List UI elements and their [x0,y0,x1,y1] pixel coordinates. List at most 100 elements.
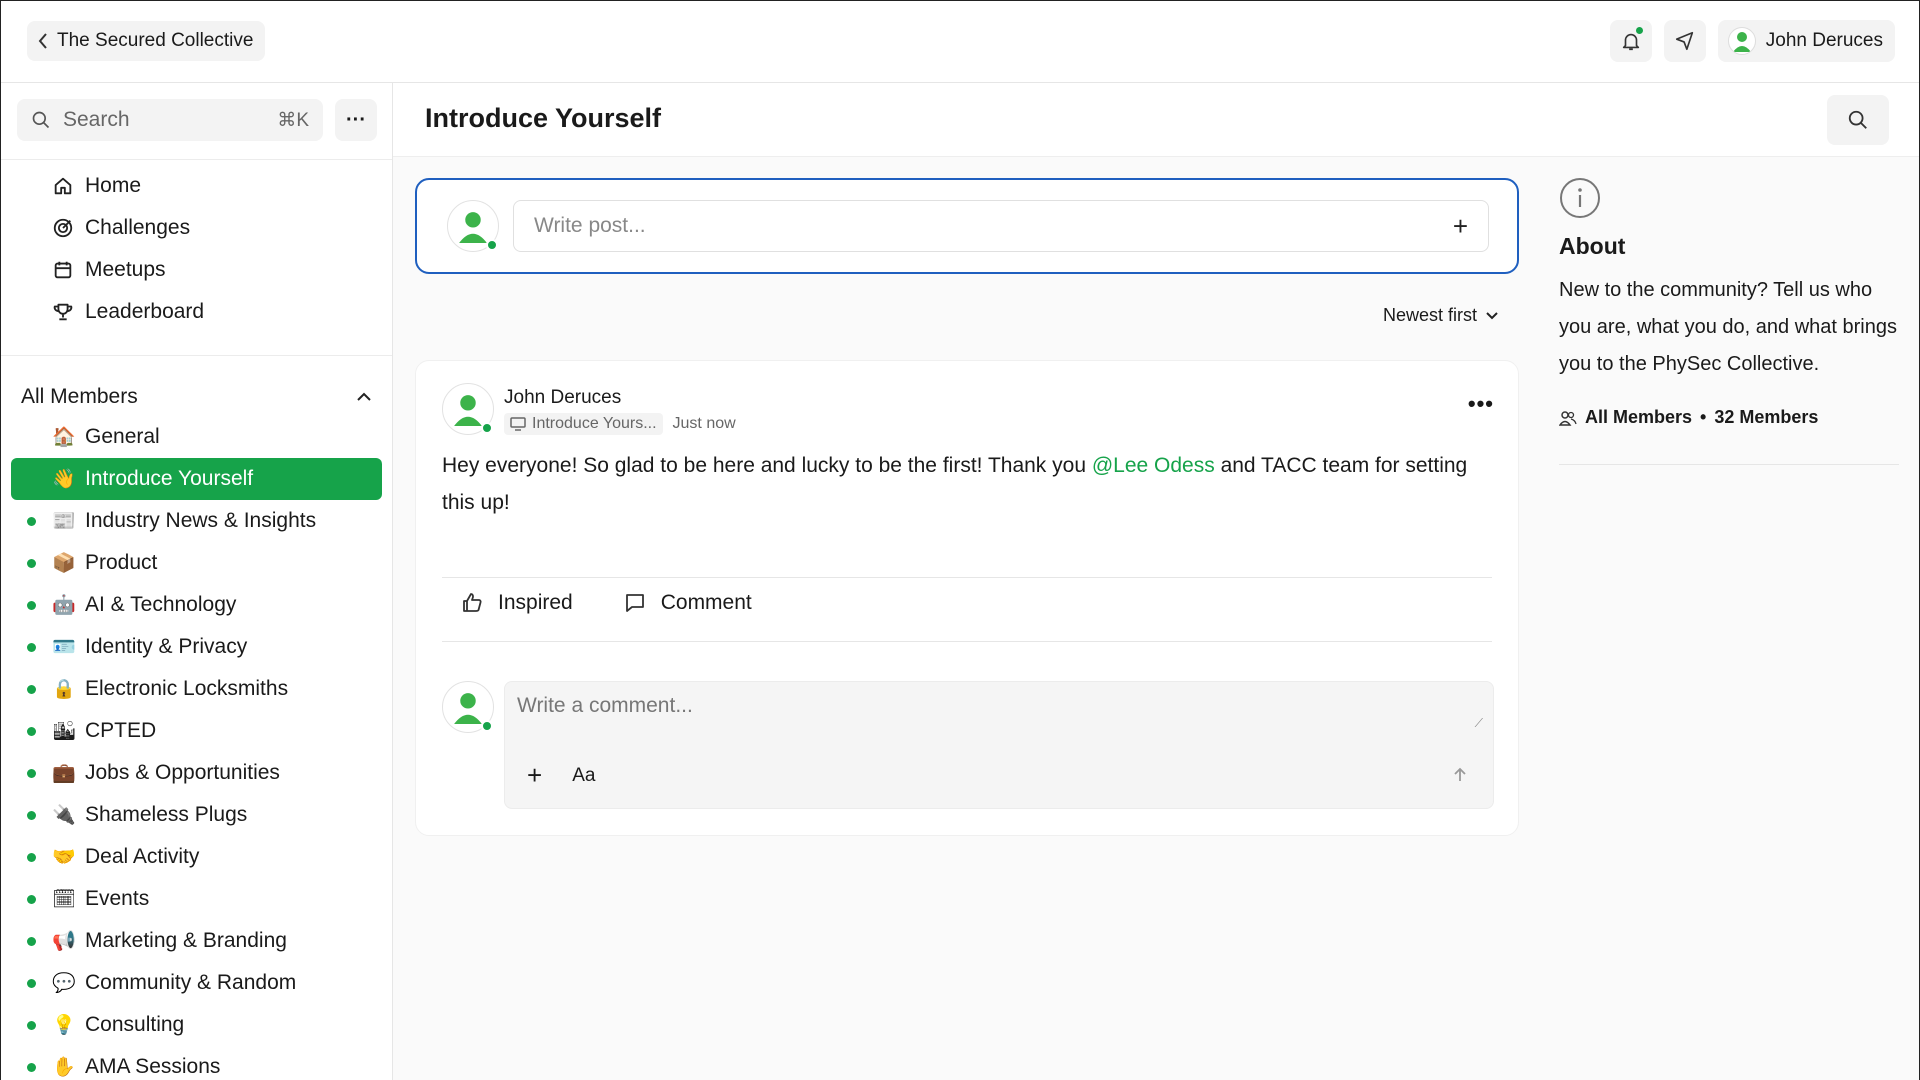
inspired-button[interactable]: Inspired [460,591,573,615]
divider [1559,464,1899,465]
back-button[interactable]: The Secured Collective [27,21,266,61]
unread-dot [27,811,36,820]
unread-dot [27,979,36,988]
channel-label: Industry News & Insights [85,509,317,532]
comment-input[interactable]: Write a comment... ⟋ + Aa [504,681,1494,809]
notifications-button[interactable] [1609,20,1652,62]
notification-dot [1633,25,1645,36]
channel-identity-privacy[interactable]: 🪪 Identity & Privacy [1,626,392,668]
compose-placeholder: Write post... [534,214,646,237]
plus-icon[interactable]: + [1453,211,1468,242]
avatar [447,200,499,252]
group-header-all-members[interactable]: All Members [21,377,372,417]
divider [442,641,1492,642]
channel-deal-activity[interactable]: 🤝 Deal Activity [1,836,392,878]
nav-leaderboard[interactable]: Leaderboard [1,291,392,333]
handshake-emoji-icon: 🤝 [52,847,76,868]
search-icon [1847,109,1869,131]
main-header: Introduce Yourself [393,83,1919,157]
sort-dropdown[interactable]: Newest first [1383,305,1499,326]
channel-label: Consulting [85,1013,185,1036]
write-post-input[interactable]: Write post... + [513,200,1489,252]
channel-label: CPTED [85,719,157,742]
channel-introduce-yourself[interactable]: 👋 Introduce Yourself [11,458,382,500]
send-icon [1674,30,1696,52]
channel-cpted[interactable]: 🏙 CPTED [1,710,392,752]
search-input[interactable]: Search ⌘K [17,99,323,141]
search-icon [31,110,51,130]
avatar [1727,27,1756,55]
lock-emoji-icon: 🔒 [52,679,76,700]
plug-emoji-icon: 🔌 [52,805,76,826]
comment-placeholder: Write a comment... [517,694,693,717]
main-content: Introduce Yourself Write post... + Newes… [393,83,1919,1080]
trophy-icon [51,301,75,323]
nav-label: Home [85,174,142,197]
speech-bubble-emoji-icon: 💬 [52,973,76,994]
comment-button[interactable]: Comment [623,591,752,615]
channel-product[interactable]: 📦 Product [1,542,392,584]
post-options-icon[interactable]: ••• [1468,391,1494,417]
channel-electronic-locksmiths[interactable]: 🔒 Electronic Locksmiths [1,668,392,710]
channel-shameless-plugs[interactable]: 🔌 Shameless Plugs [1,794,392,836]
space-search-button[interactable] [1827,95,1889,145]
unread-dot [27,937,36,946]
sort-label: Newest first [1382,305,1477,325]
channel-label: Community & Random [85,971,297,994]
sidebar-more-button[interactable]: ··· [335,99,377,141]
info-icon [1559,177,1899,219]
resize-handle-icon[interactable]: ⟋ [1475,716,1483,731]
search-shortcut: ⌘K [277,109,309,131]
channel-general[interactable]: 🏠 General [1,416,392,458]
avatar[interactable] [442,383,494,435]
space-chip[interactable]: Introduce Yours... [504,413,663,435]
inspired-label: Inspired [498,591,573,614]
post-body: Hey everyone! So glad to be here and luc… [442,447,1482,521]
channel-marketing[interactable]: 📢 Marketing & Branding [1,920,392,962]
separator-dot: • [1700,407,1707,427]
unread-dot [27,643,36,652]
page-title: Introduce Yourself [425,103,662,133]
channel-events[interactable]: 🗓 Events [1,878,392,920]
online-indicator [481,422,493,434]
wave-emoji-icon: 👋 [52,469,76,490]
add-attachment-icon[interactable]: + [527,760,542,791]
unread-dot [27,1021,36,1030]
comment-icon [623,591,647,615]
channel-industry-news[interactable]: 📰 Industry News & Insights [1,500,392,542]
unread-dot [27,601,36,610]
online-indicator [486,239,498,251]
channel-ai-technology[interactable]: 🤖 AI & Technology [1,584,392,626]
avatar [442,681,494,733]
channel-label: Product [85,551,158,574]
briefcase-emoji-icon: 💼 [52,763,76,784]
post-time: Just now [672,415,736,432]
arrow-up-icon[interactable] [1451,766,1469,784]
divider [1,159,392,160]
nav-home[interactable]: Home [1,165,392,207]
thumbs-up-icon [460,591,484,615]
home-icon [51,175,75,197]
channel-consulting[interactable]: 💡 Consulting [1,1004,392,1046]
channel-ama[interactable]: ✋ AMA Sessions [1,1046,392,1080]
channel-label: Shameless Plugs [85,803,248,826]
channel-list: 🏠 General 👋 Introduce Yourself 📰 Industr… [1,416,392,1080]
users-icon [1559,410,1577,426]
channel-label: Electronic Locksmiths [85,677,289,700]
more-icon: ··· [346,108,366,131]
unread-dot [27,559,36,568]
post-author[interactable]: John Deruces [504,387,736,409]
mention-link[interactable]: @Lee Odess [1092,454,1215,477]
unread-dot [27,517,36,526]
nav-meetups[interactable]: Meetups [1,249,392,291]
text-format-button[interactable]: Aa [572,765,595,787]
members-info[interactable]: All Members • 32 Members [1559,407,1899,428]
user-menu-button[interactable]: John Deruces [1717,20,1895,62]
members-label: All Members [1585,407,1693,427]
channel-jobs[interactable]: 💼 Jobs & Opportunities [1,752,392,794]
messages-button[interactable] [1663,20,1706,62]
nav-challenges[interactable]: Challenges [1,207,392,249]
unread-dot [27,853,36,862]
channel-community[interactable]: 💬 Community & Random [1,962,392,1004]
channel-label: Deal Activity [85,845,200,868]
